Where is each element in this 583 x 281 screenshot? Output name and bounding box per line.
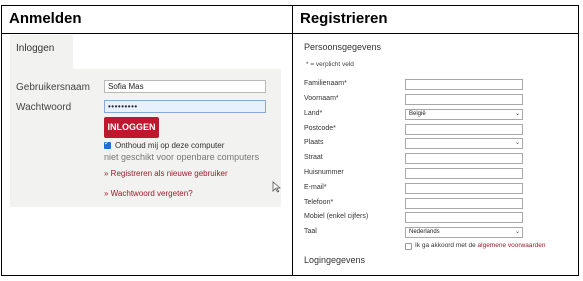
table-header-row: Anmelden Registrieren xyxy=(2,6,578,34)
field-label: Voornaam* xyxy=(304,95,339,102)
land-select[interactable]: België ⌄ xyxy=(405,109,523,120)
remember-label: Onthoud mij op deze computer xyxy=(115,141,225,150)
field-label: Taal xyxy=(304,228,317,235)
terms-text: Ik ga akkoord met de xyxy=(415,242,476,249)
remember-checkbox[interactable] xyxy=(104,139,111,149)
field-label: Straat xyxy=(304,154,323,161)
login-heading: Anmelden xyxy=(9,10,82,27)
familienaam-input[interactable] xyxy=(405,79,523,90)
field-label: Plaats xyxy=(304,139,324,146)
field-label: Mobiel (enkel cijfers) xyxy=(304,213,369,220)
login-button[interactable]: INLOGGEN xyxy=(104,117,159,138)
field-label: E-mail* xyxy=(304,184,327,191)
username-label: Gebruikersnaam xyxy=(16,82,90,93)
chevron-down-icon: ⌄ xyxy=(514,229,520,235)
telefoon-input[interactable] xyxy=(405,198,523,209)
huisnummer-input[interactable] xyxy=(405,168,523,179)
straat-input[interactable] xyxy=(405,153,523,164)
mouse-pointer-icon xyxy=(272,181,282,196)
register-link[interactable]: » Registreren als nieuwe gebruiker xyxy=(104,169,228,178)
taal-select-value: Nederlands xyxy=(409,229,440,235)
field-label: Telefoon* xyxy=(304,199,334,206)
voornaam-input[interactable] xyxy=(405,94,523,105)
password-label: Wachtwoord xyxy=(16,102,72,113)
field-label: Land* xyxy=(304,110,323,117)
field-label: Postcode* xyxy=(304,125,336,132)
chevron-down-icon: ⌄ xyxy=(514,111,520,117)
required-note: * = verplicht veld xyxy=(306,61,354,68)
land-select-value: België xyxy=(409,111,426,117)
register-heading: Registrieren xyxy=(300,10,388,27)
taal-select[interactable]: Nederlands ⌄ xyxy=(405,227,523,238)
public-computer-warning: niet geschikt voor openbare computers xyxy=(104,152,260,162)
field-label: Familienaam* xyxy=(304,80,347,87)
email-input[interactable] xyxy=(405,183,523,194)
tab-inloggen[interactable]: Inloggen xyxy=(10,35,73,69)
personal-data-heading: Persoonsgegevens xyxy=(304,42,382,52)
tab-label: Inloggen xyxy=(16,43,55,54)
terms-label: Ik ga akkoord met de algemene voorwaarde… xyxy=(415,242,545,249)
chevron-down-icon: ⌄ xyxy=(514,140,520,146)
login-data-heading: Logingegevens xyxy=(304,255,366,265)
password-input[interactable]: ••••••••• xyxy=(104,100,266,113)
mobiel-input[interactable] xyxy=(405,212,523,223)
username-input[interactable] xyxy=(104,80,266,93)
terms-link[interactable]: algemene voorwaarden xyxy=(478,242,546,249)
terms-checkbox[interactable] xyxy=(405,243,412,250)
column-divider xyxy=(292,6,293,275)
forgot-password-link[interactable]: » Wachtwoord vergeten? xyxy=(104,189,193,198)
postcode-input[interactable] xyxy=(405,124,523,135)
plaats-select[interactable]: ⌄ xyxy=(405,138,523,149)
field-label: Huisnummer xyxy=(304,169,344,176)
